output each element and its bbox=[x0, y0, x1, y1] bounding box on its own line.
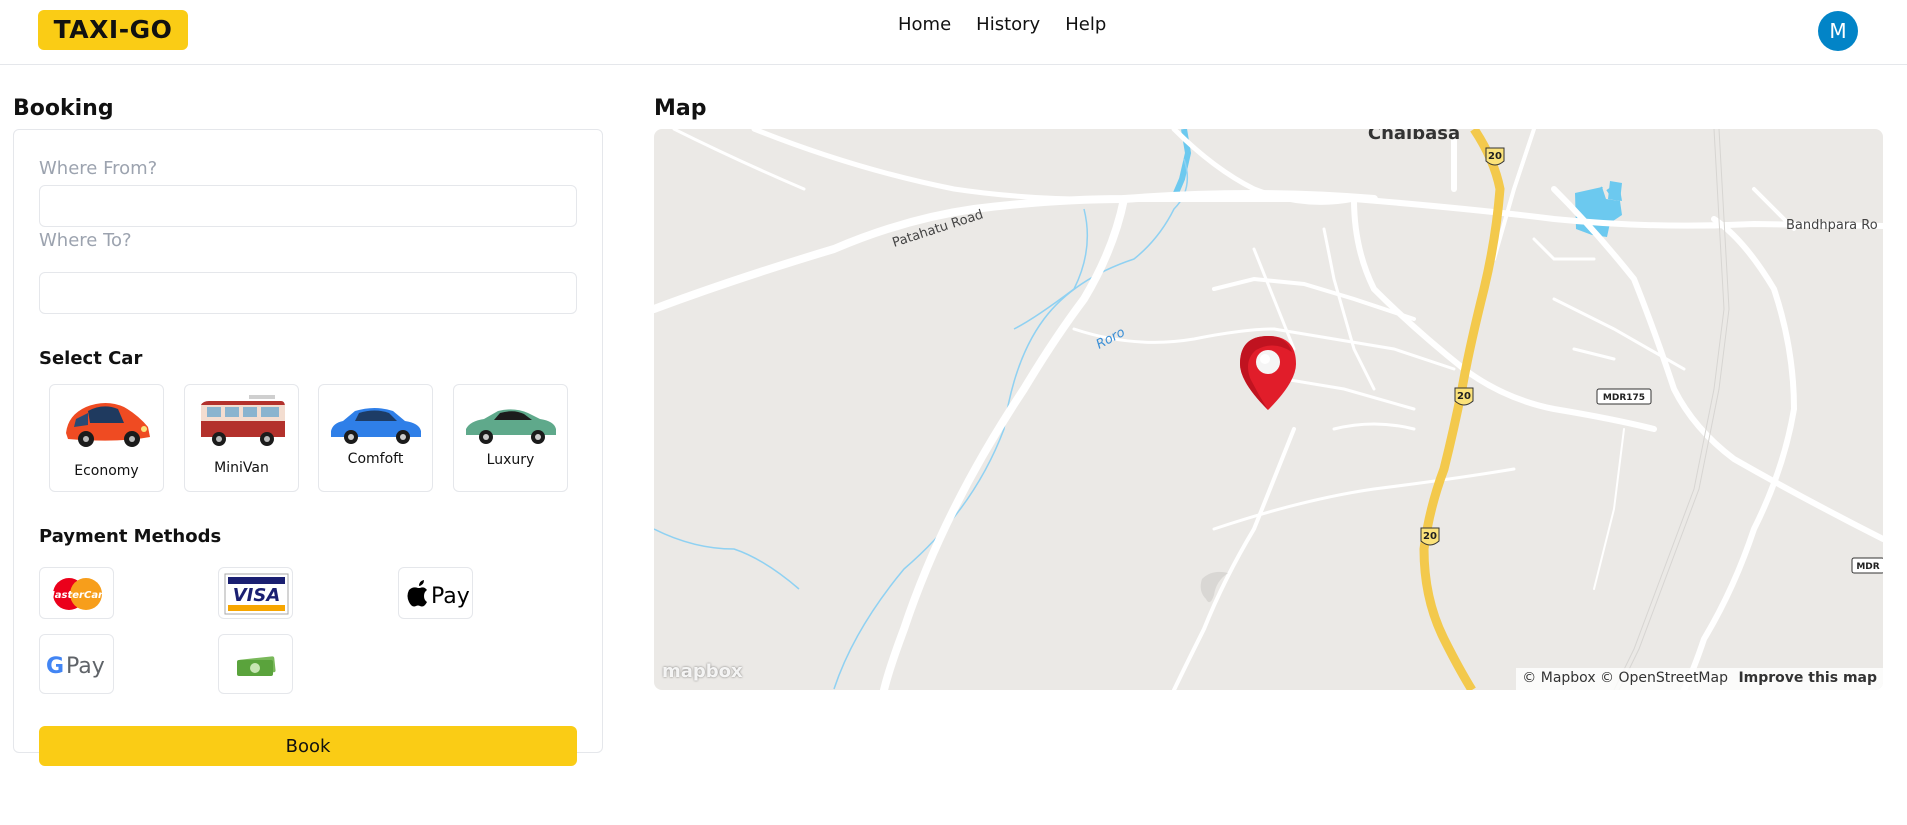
mdr-label: MDR bbox=[1851, 557, 1883, 574]
car-option-comfort[interactable]: Comfoft bbox=[318, 384, 433, 492]
improve-map-link[interactable]: Improve this map bbox=[1738, 670, 1877, 686]
highway-20-shield-2: 20 bbox=[1454, 387, 1474, 406]
car-option-minivan[interactable]: MiniVan bbox=[184, 384, 299, 492]
svg-text:MasterCard: MasterCard bbox=[45, 590, 111, 601]
map-attribution: © Mapbox © OpenStreetMap Improve this ma… bbox=[1516, 668, 1883, 690]
svg-text:20: 20 bbox=[1457, 391, 1471, 402]
mapbox-logo[interactable]: mapbox bbox=[662, 661, 743, 682]
select-car-title: Select Car bbox=[39, 348, 143, 369]
from-label: Where From? bbox=[39, 158, 158, 179]
car-label-minivan: MiniVan bbox=[214, 460, 269, 476]
payment-google-pay[interactable]: G Pay bbox=[39, 634, 114, 694]
svg-text:20: 20 bbox=[1488, 151, 1502, 162]
svg-text:MDR: MDR bbox=[1856, 562, 1879, 572]
svg-text:G: G bbox=[46, 654, 64, 679]
google-pay-icon: G Pay bbox=[46, 654, 105, 679]
cash-icon bbox=[237, 656, 276, 676]
comfort-car-icon bbox=[331, 408, 421, 444]
from-input[interactable] bbox=[39, 185, 577, 227]
car-option-economy[interactable]: Economy bbox=[49, 384, 164, 492]
svg-text:Pay: Pay bbox=[66, 654, 105, 679]
to-label: Where To? bbox=[39, 230, 132, 251]
visa-icon: VISA bbox=[224, 573, 289, 615]
location-pin-icon bbox=[1240, 336, 1296, 410]
top-header: TAXI-GO Home History Help M bbox=[0, 0, 1907, 65]
car-option-luxury[interactable]: Luxury bbox=[453, 384, 568, 492]
payment-visa[interactable]: VISA bbox=[218, 567, 293, 619]
svg-text:20: 20 bbox=[1423, 531, 1437, 542]
nav-help-link[interactable]: Help bbox=[1065, 14, 1106, 36]
payment-mastercard[interactable]: MasterCard bbox=[39, 567, 114, 619]
payment-cash[interactable] bbox=[218, 634, 293, 694]
nav-home-link[interactable]: Home bbox=[898, 14, 951, 36]
book-button[interactable]: Book bbox=[39, 726, 577, 766]
apple-pay-icon: Pay bbox=[407, 580, 470, 609]
highway-20-shield-1: 20 bbox=[1485, 147, 1505, 166]
nav-history-link[interactable]: History bbox=[976, 14, 1040, 36]
svg-text:Pay: Pay bbox=[431, 584, 470, 609]
mastercard-icon: MasterCard bbox=[45, 578, 111, 610]
main-nav: Home History Help bbox=[898, 14, 1106, 36]
road-label-bandhpara: Bandhpara Ro bbox=[1786, 218, 1878, 233]
map-title: Map bbox=[654, 96, 707, 121]
user-avatar[interactable]: M bbox=[1818, 11, 1858, 51]
car-label-luxury: Luxury bbox=[486, 452, 535, 468]
svg-text:MDR175: MDR175 bbox=[1603, 393, 1645, 403]
minivan-icon bbox=[201, 395, 285, 446]
attribution-text[interactable]: © Mapbox © OpenStreetMap bbox=[1522, 670, 1728, 686]
map-view[interactable]: 20 20 20 MDR175 MDR Chaibasa Patahatu Ro… bbox=[654, 129, 1883, 690]
highway-20-shield-3: 20 bbox=[1420, 527, 1440, 546]
booking-title: Booking bbox=[13, 96, 114, 121]
app-logo[interactable]: TAXI-GO bbox=[38, 10, 188, 50]
economy-car-icon bbox=[66, 403, 150, 447]
car-label-economy: Economy bbox=[74, 463, 139, 479]
payment-methods-title: Payment Methods bbox=[39, 526, 222, 547]
map-canvas: 20 20 20 MDR175 MDR Chaibasa Patahatu Ro… bbox=[654, 129, 1883, 690]
svg-text:VISA: VISA bbox=[233, 585, 281, 606]
payment-apple-pay[interactable]: Pay bbox=[398, 567, 473, 619]
river-label-roro: Roro bbox=[1094, 325, 1128, 352]
luxury-car-icon bbox=[466, 409, 556, 444]
mdr175-label: MDR175 bbox=[1596, 388, 1652, 405]
car-label-comfort: Comfoft bbox=[347, 451, 404, 467]
to-input[interactable] bbox=[39, 272, 577, 314]
city-label: Chaibasa bbox=[1368, 129, 1460, 144]
